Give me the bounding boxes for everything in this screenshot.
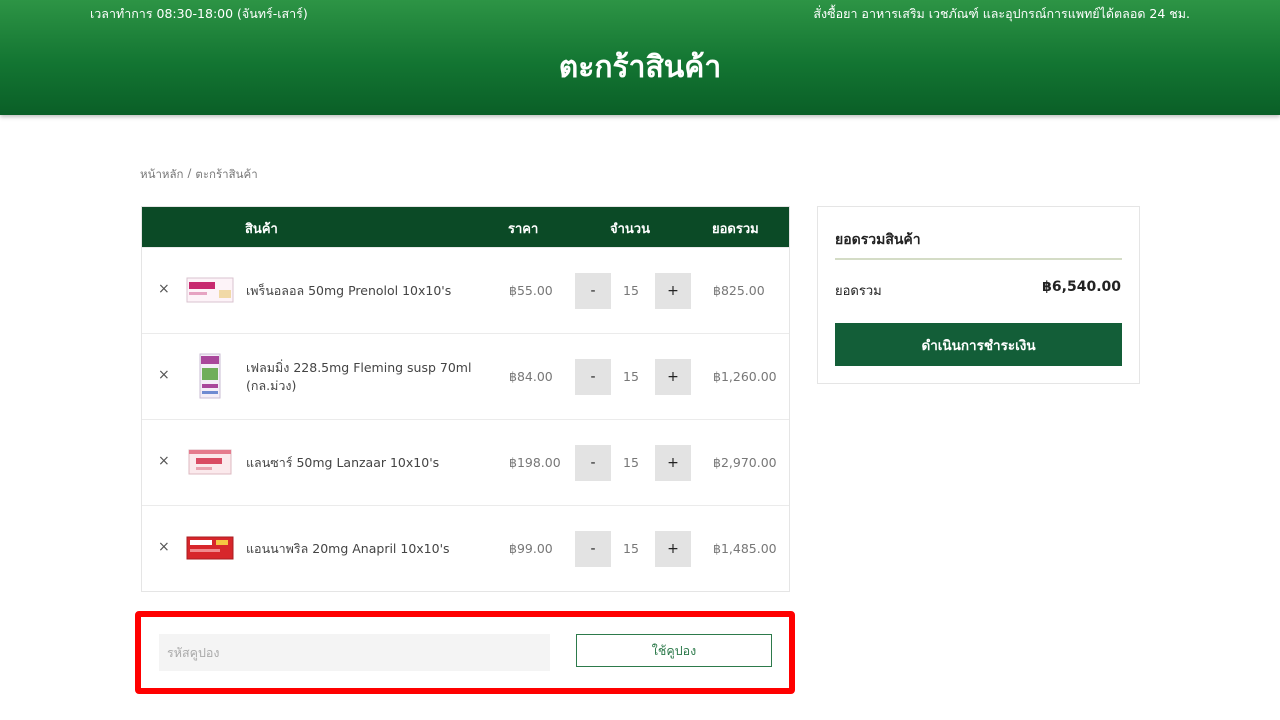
quantity-input[interactable]: 15	[612, 369, 650, 384]
coupon-highlight-box: ใช้คูปอง	[135, 611, 795, 694]
quantity-input[interactable]: 15	[612, 541, 650, 556]
cart-row: × เพร็นอลอล 50mg Prenolol 10x10's ฿55.00…	[142, 247, 789, 333]
column-product: สินค้า	[245, 222, 278, 237]
apply-coupon-button[interactable]: ใช้คูปอง	[576, 634, 772, 667]
breadcrumb-separator: /	[187, 166, 192, 180]
site-header: เวลาทำการ 08:30-18:00 (จันทร์-เสาร์) สั่…	[0, 0, 1280, 115]
remove-item-icon[interactable]: ×	[158, 367, 170, 383]
cart-table: สินค้า ราคา จำนวน ยอดรวม × เพร็นอลอล 50m…	[141, 206, 790, 592]
summary-total-value: ฿6,540.00	[1042, 279, 1121, 295]
page-title: ตะกร้าสินค้า	[558, 50, 722, 85]
cart-row: × แลนซาร์ 50mg Lanzaar 10x10's ฿198.00 -…	[142, 419, 789, 505]
cart-table-header: สินค้า ราคา จำนวน ยอดรวม	[142, 207, 789, 247]
product-price: ฿55.00	[509, 283, 553, 298]
breadcrumb: หน้าหลัก / ตะกร้าสินค้า	[140, 166, 258, 184]
breadcrumb-home-link[interactable]: หน้าหลัก	[140, 166, 184, 184]
column-subtotal: ยอดรวม	[712, 222, 759, 237]
quantity-decrease-button[interactable]: -	[575, 445, 611, 481]
quantity-increase-button[interactable]: +	[655, 273, 691, 309]
product-subtotal: ฿1,260.00	[713, 369, 777, 384]
product-subtotal: ฿825.00	[713, 283, 765, 298]
remove-item-icon[interactable]: ×	[158, 281, 170, 297]
column-quantity: จำนวน	[610, 222, 650, 237]
product-thumbnail[interactable]	[186, 274, 234, 306]
header-tagline: สั่งซื้อยา อาหารเสริม เวชภัณฑ์ และอุปกรณ…	[813, 6, 1190, 21]
business-hours: เวลาทำการ 08:30-18:00 (จันทร์-เสาร์)	[90, 6, 308, 21]
product-thumbnail[interactable]	[186, 446, 234, 478]
product-price: ฿99.00	[509, 541, 553, 556]
quantity-decrease-button[interactable]: -	[575, 531, 611, 567]
cart-row: × เฟลมมิ่ง 228.5mg Fleming susp 70ml (กล…	[142, 333, 789, 419]
breadcrumb-current: ตะกร้าสินค้า	[195, 167, 258, 181]
coupon-code-input[interactable]	[159, 634, 550, 671]
checkout-button[interactable]: ดำเนินการชำระเงิน	[835, 323, 1122, 366]
summary-total-label: ยอดรวม	[835, 284, 882, 299]
quantity-increase-button[interactable]: +	[655, 531, 691, 567]
quantity-decrease-button[interactable]: -	[575, 273, 611, 309]
summary-divider	[835, 258, 1122, 260]
column-price: ราคา	[508, 222, 539, 237]
quantity-input[interactable]: 15	[612, 283, 650, 298]
quantity-input[interactable]: 15	[612, 455, 650, 470]
product-name-link[interactable]: เพร็นอลอล 50mg Prenolol 10x10's	[246, 282, 486, 300]
product-name-link[interactable]: แลนซาร์ 50mg Lanzaar 10x10's	[246, 454, 486, 472]
product-thumbnail[interactable]	[186, 352, 234, 400]
product-name-link[interactable]: แอนนาพริล 20mg Anapril 10x10's	[246, 540, 486, 558]
product-subtotal: ฿2,970.00	[713, 455, 777, 470]
quantity-decrease-button[interactable]: -	[575, 359, 611, 395]
product-thumbnail[interactable]	[186, 532, 234, 564]
product-name-link[interactable]: เฟลมมิ่ง 228.5mg Fleming susp 70ml (กล.ม…	[246, 359, 486, 395]
quantity-increase-button[interactable]: +	[655, 359, 691, 395]
cart-summary: ยอดรวมสินค้า ยอดรวม ฿6,540.00 ดำเนินการช…	[817, 206, 1140, 384]
cart-row: × แอนนาพริล 20mg Anapril 10x10's ฿99.00 …	[142, 505, 789, 591]
remove-item-icon[interactable]: ×	[158, 539, 170, 555]
product-price: ฿84.00	[509, 369, 553, 384]
summary-title: ยอดรวมสินค้า	[835, 232, 921, 248]
remove-item-icon[interactable]: ×	[158, 453, 170, 469]
quantity-increase-button[interactable]: +	[655, 445, 691, 481]
product-price: ฿198.00	[509, 455, 561, 470]
product-subtotal: ฿1,485.00	[713, 541, 777, 556]
